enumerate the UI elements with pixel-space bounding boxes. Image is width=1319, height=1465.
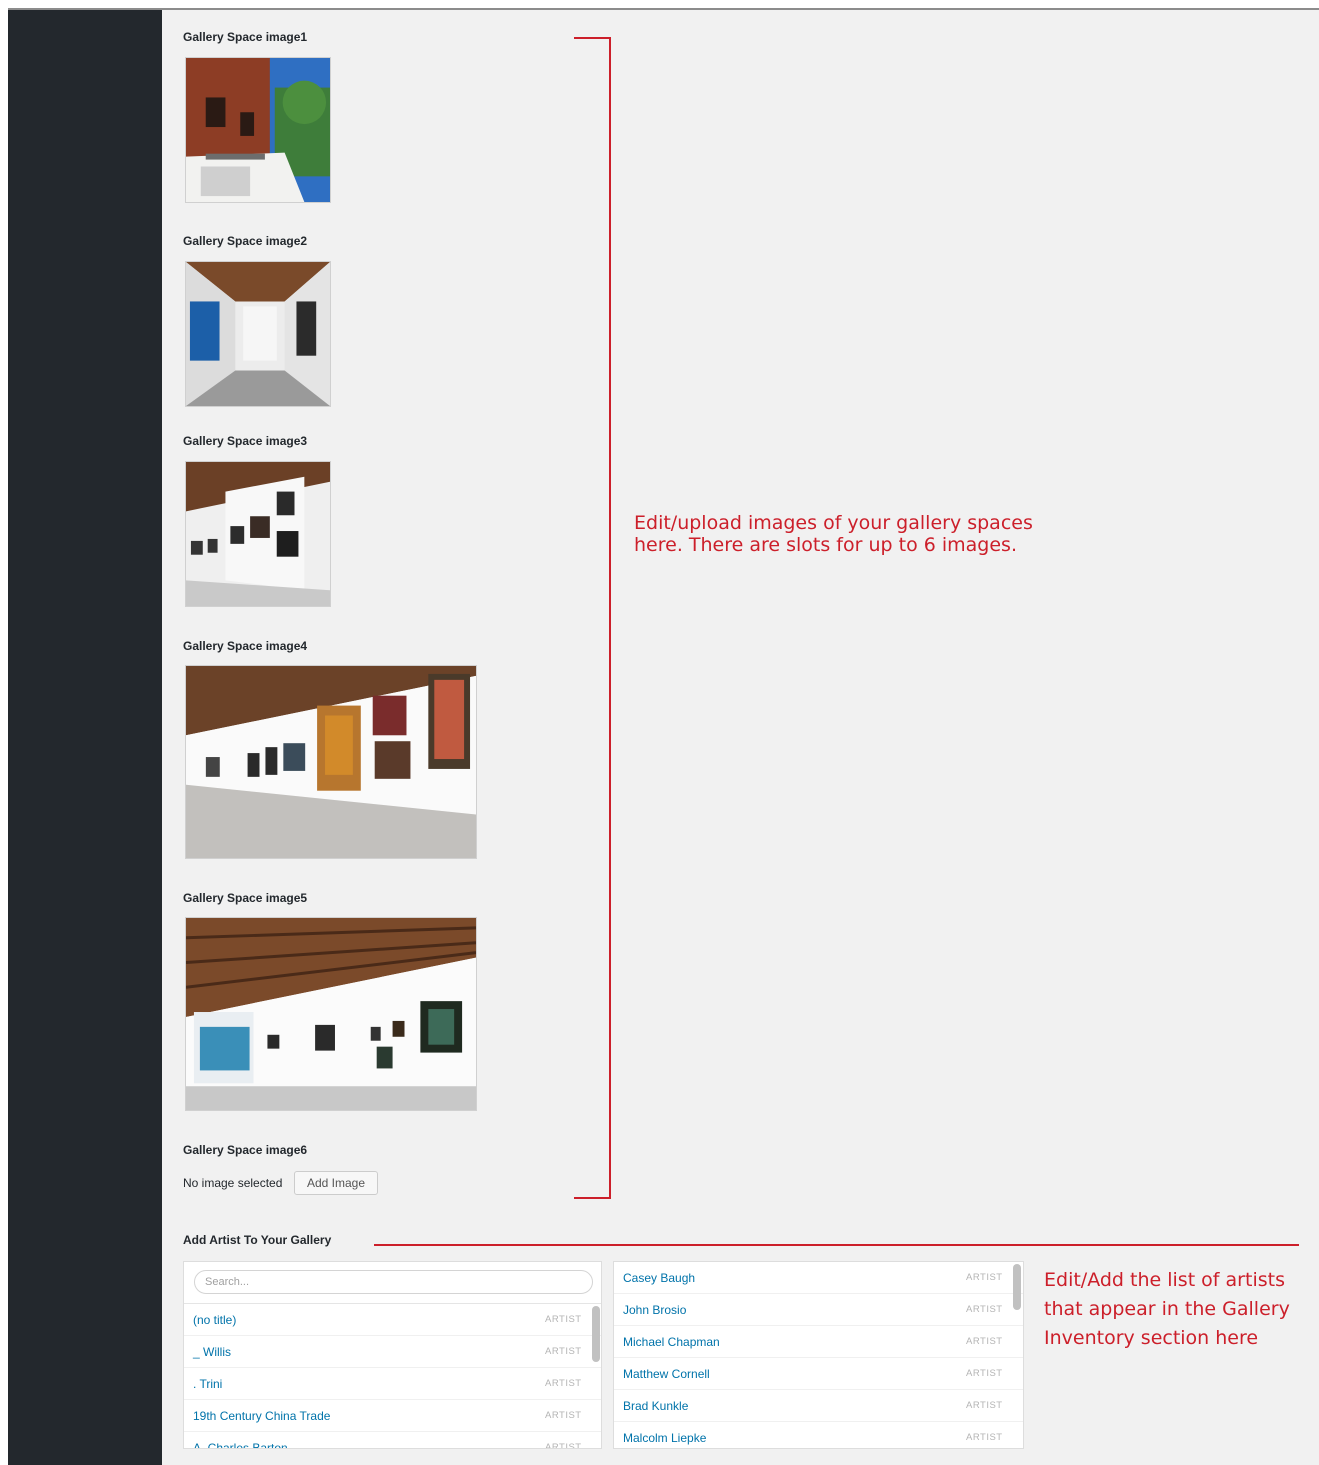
artist-name: _ Willis xyxy=(193,1345,231,1359)
selected-artist-list: Casey Baugh ARTIST John Brosio ARTIST Mi… xyxy=(614,1262,1023,1448)
scrollbar-thumb[interactable] xyxy=(592,1306,600,1362)
list-item[interactable]: Michael Chapman ARTIST xyxy=(614,1326,1023,1358)
artist-available-panel: (no title) ARTIST _ Willis ARTIST . Trin… xyxy=(183,1261,602,1449)
artist-type: ARTIST xyxy=(545,1442,582,1449)
artist-name: (no title) xyxy=(193,1313,237,1327)
gallery-image4-thumbnail[interactable] xyxy=(185,665,477,859)
artist-name: 19th Century China Trade xyxy=(193,1409,331,1423)
list-item[interactable]: Malcolm Liepke ARTIST xyxy=(614,1422,1023,1448)
artist-type: ARTIST xyxy=(966,1432,1003,1443)
artist-name: Malcolm Liepke xyxy=(623,1431,707,1445)
scrollbar-thumb[interactable] xyxy=(1013,1264,1021,1310)
artist-search-bar xyxy=(184,1262,601,1304)
artist-type: ARTIST xyxy=(545,1410,582,1421)
list-item[interactable]: A. Charles Barton ARTIST xyxy=(184,1432,601,1449)
list-item[interactable]: 19th Century China Trade ARTIST xyxy=(184,1400,601,1432)
artist-type: ARTIST xyxy=(966,1368,1003,1379)
available-artist-list: (no title) ARTIST _ Willis ARTIST . Trin… xyxy=(184,1304,601,1449)
artist-search-input[interactable] xyxy=(194,1270,593,1294)
gallery-image6-label: Gallery Space image6 xyxy=(183,1143,308,1157)
gallery-image3-thumbnail[interactable] xyxy=(185,461,331,607)
gallery-image5-label: Gallery Space image5 xyxy=(183,891,308,905)
add-artist-label: Add Artist To Your Gallery xyxy=(183,1233,332,1247)
artist-type: ARTIST xyxy=(545,1314,582,1325)
gallery-image3-label: Gallery Space image3 xyxy=(183,434,308,448)
gallery-image1-thumbnail[interactable] xyxy=(185,57,331,203)
add-image-button[interactable]: Add Image xyxy=(294,1171,378,1195)
gallery-image2-thumbnail[interactable] xyxy=(185,261,331,407)
gallery-image2-label: Gallery Space image2 xyxy=(183,234,308,248)
annotation-bracket-line xyxy=(609,37,611,1199)
list-item[interactable]: John Brosio ARTIST xyxy=(614,1294,1023,1326)
artist-type: ARTIST xyxy=(966,1400,1003,1411)
list-item[interactable]: Brad Kunkle ARTIST xyxy=(614,1390,1023,1422)
artist-name: Matthew Cornell xyxy=(623,1367,710,1381)
images-annotation: Edit/upload images of your gallery space… xyxy=(634,512,1033,556)
list-item[interactable]: Matthew Cornell ARTIST xyxy=(614,1358,1023,1390)
artist-type: ARTIST xyxy=(966,1272,1003,1283)
selected-list-scrollbar[interactable] xyxy=(1013,1264,1021,1448)
artist-type: ARTIST xyxy=(545,1346,582,1357)
annotation-artist-line xyxy=(374,1244,1299,1246)
annotation-bracket-bottom xyxy=(574,1197,611,1199)
artist-name: Michael Chapman xyxy=(623,1335,720,1349)
admin-sidebar xyxy=(8,10,162,1465)
artist-type: ARTIST xyxy=(966,1304,1003,1315)
artist-name: . Trini xyxy=(193,1377,223,1391)
gallery-image1-label: Gallery Space image1 xyxy=(183,30,308,44)
artist-selected-panel: Casey Baugh ARTIST John Brosio ARTIST Mi… xyxy=(613,1261,1024,1449)
artist-name: Casey Baugh xyxy=(623,1271,696,1285)
artist-name: A. Charles Barton xyxy=(193,1441,288,1449)
list-item[interactable]: Casey Baugh ARTIST xyxy=(614,1262,1023,1294)
no-image-status: No image selected xyxy=(183,1176,283,1190)
annotation-bracket-top xyxy=(574,37,611,39)
gallery-image4-label: Gallery Space image4 xyxy=(183,639,308,653)
list-item[interactable]: (no title) ARTIST xyxy=(184,1304,601,1336)
screen: Gallery Space image1 Gallery Space image… xyxy=(0,0,1319,1465)
artist-type: ARTIST xyxy=(545,1378,582,1389)
available-list-scrollbar[interactable] xyxy=(592,1306,600,1446)
artists-annotation: Edit/Add the list of artists that appear… xyxy=(1044,1269,1290,1349)
artist-name: Brad Kunkle xyxy=(623,1399,689,1413)
artist-name: John Brosio xyxy=(623,1303,687,1317)
list-item[interactable]: . Trini ARTIST xyxy=(184,1368,601,1400)
list-item[interactable]: _ Willis ARTIST xyxy=(184,1336,601,1368)
artist-type: ARTIST xyxy=(966,1336,1003,1347)
gallery-image5-thumbnail[interactable] xyxy=(185,917,477,1111)
